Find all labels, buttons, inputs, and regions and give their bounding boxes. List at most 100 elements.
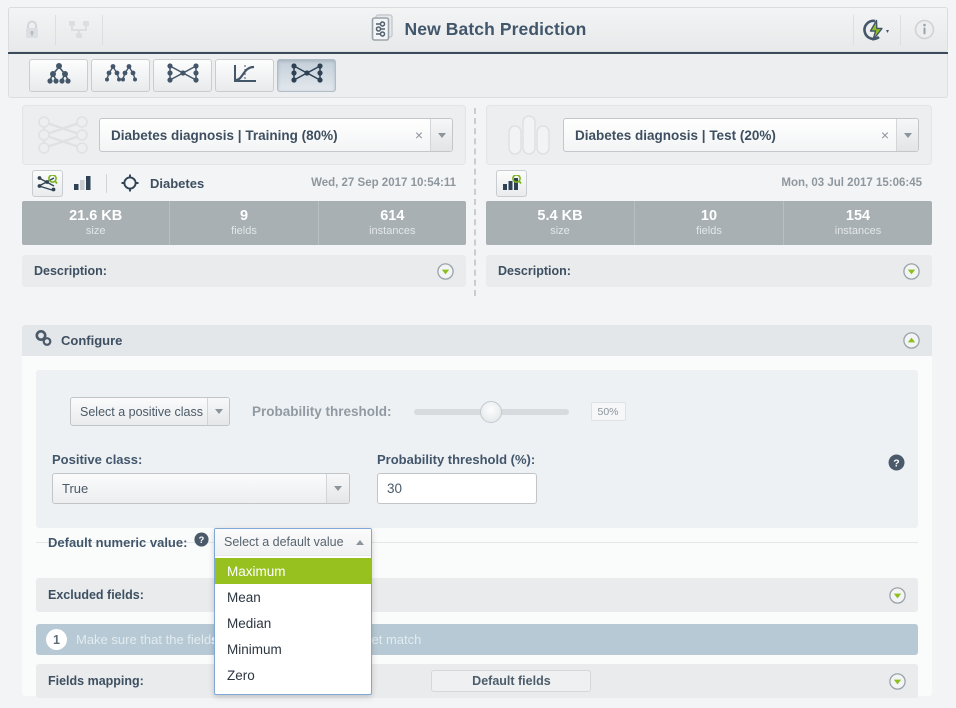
dropdown-options: Maximum Mean Median Minimum Zero [215, 556, 371, 694]
stat-size: 5.4 KB size [486, 201, 634, 245]
resource-toolbar [8, 54, 948, 98]
dataset-select-input[interactable]: Diabetes diagnosis | Test (20%) × [563, 118, 919, 152]
lock-icon[interactable] [9, 8, 55, 51]
meta-divider [106, 173, 107, 193]
stat-instances: 154 instances [783, 201, 932, 245]
dataset-stats: 5.4 KB size 10 fields 154 instances [486, 201, 932, 245]
bar-chart-icon[interactable] [70, 175, 96, 191]
tab-ensemble[interactable] [91, 59, 150, 92]
caret-up-icon[interactable] [349, 539, 371, 545]
dataset-selector-box: Diabetes diagnosis | Test (20%) × [486, 105, 932, 165]
chevron-down-icon[interactable] [430, 119, 452, 151]
default-fields-button[interactable]: Default fields [431, 670, 592, 692]
chevron-down-icon[interactable] [326, 474, 349, 503]
stat-value: 21.6 KB [69, 208, 123, 224]
stat-key: fields [696, 225, 722, 237]
notice-text-start: Make sure that the field [76, 632, 212, 647]
chevron-down-circle-icon[interactable] [889, 672, 906, 690]
logistic-curve-icon [231, 62, 259, 89]
stat-value: 5.4 KB [537, 208, 583, 224]
chevron-down-icon[interactable] [207, 398, 229, 425]
dataset-search-icon[interactable] [496, 169, 527, 197]
clear-icon[interactable]: × [408, 127, 430, 143]
share-network-icon[interactable] [56, 8, 102, 51]
chevron-down-icon[interactable] [896, 119, 918, 151]
dropdown-option-mean[interactable]: Mean [215, 584, 371, 610]
chevron-down-circle-icon[interactable] [437, 262, 454, 280]
positive-class-select[interactable]: True [52, 473, 350, 504]
probability-threshold-slider[interactable] [413, 400, 569, 423]
model-select-input[interactable]: Diabetes diagnosis | Training (80%) × [99, 118, 453, 152]
model-meta-row: Diabetes Wed, 27 Sep 2017 10:54:11 [22, 165, 466, 201]
panel-separator [474, 108, 476, 296]
model-description-bar[interactable]: Description: [22, 255, 466, 287]
dropdown-option-minimum[interactable]: Minimum [215, 636, 371, 662]
positive-class-value: True [62, 481, 89, 496]
tab-model[interactable] [29, 59, 88, 92]
notice-text-end: match [382, 632, 422, 647]
excluded-fields-label: Excluded fields: [48, 588, 144, 602]
stat-key: size [85, 225, 106, 237]
chevron-down-circle-icon[interactable] [903, 262, 920, 280]
positive-class-group: Positive class: True [52, 452, 350, 504]
dropdown-option-zero[interactable]: Zero [215, 662, 371, 688]
header-right-actions [853, 8, 947, 51]
fields-match-notice: 1 Make sure that the fields of your mode… [36, 624, 918, 655]
dataset-description-label: Description: [498, 264, 571, 278]
clear-icon[interactable]: × [874, 127, 896, 143]
resource-tabs [29, 59, 336, 92]
fields-mapping-label: Fields mapping: [48, 674, 144, 688]
chevron-up-circle-icon[interactable] [903, 332, 920, 349]
probability-threshold-input[interactable] [377, 473, 537, 504]
question-circle-icon[interactable]: ? [888, 454, 905, 471]
model-select-value: Diabetes diagnosis | Training (80%) [111, 127, 338, 143]
positive-class-placeholder-select[interactable]: Select a positive class [70, 397, 230, 426]
configure-title: Configure [61, 333, 123, 348]
chevron-down-circle-icon[interactable] [889, 586, 906, 604]
ensemble-trees-icon [104, 62, 138, 89]
stat-fields: 10 fields [634, 201, 783, 245]
model-search-icon[interactable] [32, 169, 63, 197]
question-circle-icon[interactable]: ? [194, 532, 209, 552]
window-header: New Batch Prediction [8, 7, 948, 52]
neural-network-icon [166, 62, 200, 89]
batch-prediction-icon [370, 13, 396, 46]
excluded-fields-bar[interactable]: Excluded fields: [36, 578, 918, 612]
model-panel: Diabetes diagnosis | Training (80%) × Di… [22, 105, 466, 287]
tab-logistic[interactable] [215, 59, 274, 92]
dataset-bars-icon [499, 112, 555, 158]
stat-key: instances [369, 225, 416, 237]
page-title: New Batch Prediction [103, 13, 853, 46]
lightning-bolt-icon[interactable] [854, 8, 900, 51]
model-date: Wed, 27 Sep 2017 10:54:11 [311, 177, 456, 189]
gears-icon [34, 329, 53, 352]
default-numeric-row: Default numeric value: ? [48, 532, 209, 552]
positive-class-placeholder-text: Select a positive class [80, 404, 203, 419]
network-graph-icon [35, 112, 91, 158]
target-icon [117, 174, 143, 192]
dataset-panel: Diabetes diagnosis | Test (20%) × Mon, 0… [486, 105, 932, 287]
dropdown-option-median[interactable]: Median [215, 610, 371, 636]
page-title-text: New Batch Prediction [404, 19, 587, 39]
stat-value: 9 [239, 208, 249, 224]
probability-threshold-pct-label: Probability threshold (%): [377, 452, 536, 467]
neural-network-icon [290, 62, 324, 89]
stat-key: size [550, 225, 570, 237]
stat-value: 614 [380, 208, 405, 224]
stat-value: 154 [845, 208, 871, 224]
positive-class-label: Positive class: [52, 452, 143, 467]
dropdown-option-maximum[interactable]: Maximum [215, 558, 371, 584]
fields-mapping-bar[interactable]: Fields mapping: Default fields [36, 664, 918, 698]
probability-threshold-group: Probability threshold (%): [377, 452, 537, 504]
class-threshold-fields: Positive class: True Probability thresho… [52, 452, 902, 504]
svg-text:?: ? [893, 457, 899, 469]
tab-deepnet[interactable] [153, 59, 212, 92]
svg-text:?: ? [199, 535, 205, 545]
default-value-dropdown[interactable]: Select a default value Maximum Mean Medi… [214, 528, 372, 695]
dataset-description-bar[interactable]: Description: [486, 255, 932, 287]
tab-batch-prediction[interactable] [277, 59, 336, 92]
configure-header[interactable]: Configure [22, 325, 932, 356]
info-circle-icon[interactable] [901, 8, 947, 51]
dropdown-header[interactable]: Select a default value [215, 529, 371, 556]
slider-knob[interactable] [480, 400, 503, 423]
